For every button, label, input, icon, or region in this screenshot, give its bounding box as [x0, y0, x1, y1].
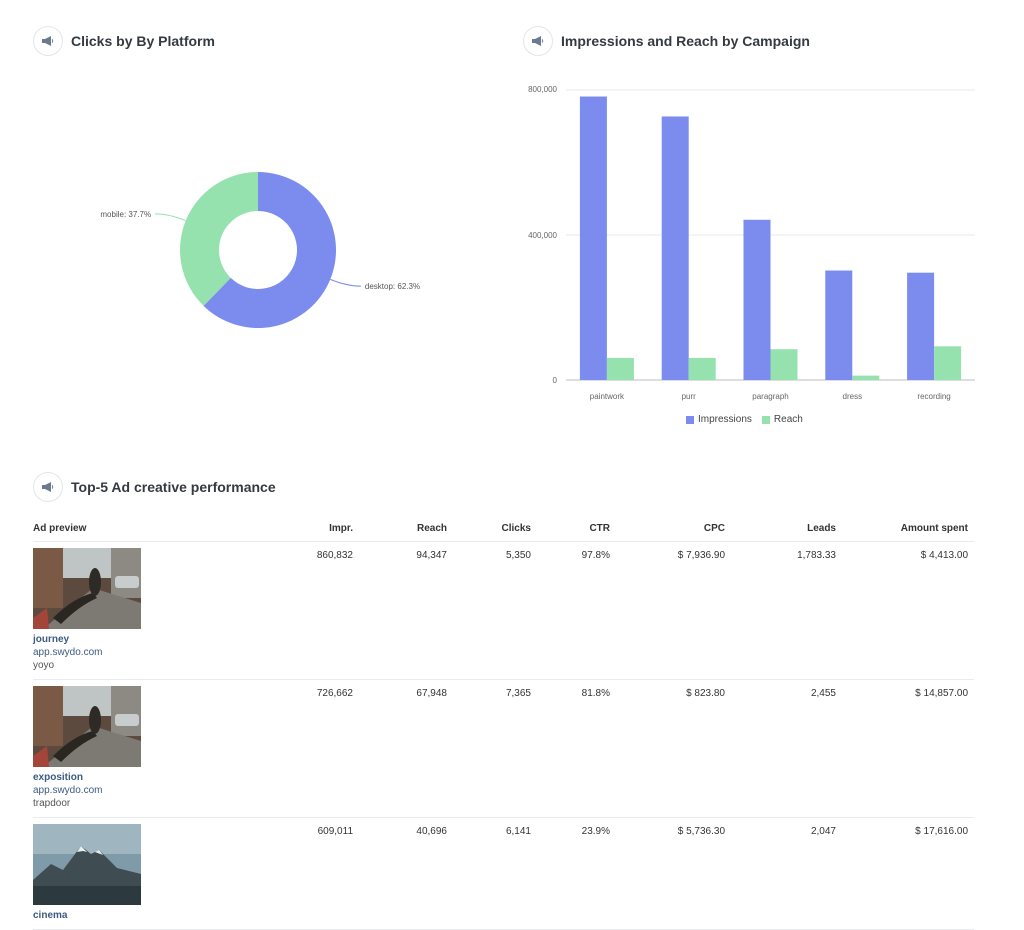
platform-chart-title: Clicks by By Platform — [71, 33, 215, 49]
col-ad-preview: Ad preview — [33, 518, 269, 542]
campaign-bar-chart: 0 400,000 800,000 paintwork purr paragraph dre… — [528, 85, 975, 401]
donut-slice-mobile[interactable] — [180, 172, 258, 306]
donut-leader-desktop — [330, 278, 361, 287]
legend-item-impressions[interactable]: Impressions — [686, 414, 752, 425]
cell-ctr: 23.9% — [537, 817, 616, 930]
x-tick-label: recording — [917, 392, 950, 401]
y-tick-label: 0 — [553, 376, 558, 385]
cell-cpc: $ 5,736.30 — [616, 817, 731, 930]
cell-clicks: 5,350 — [453, 541, 537, 680]
cell-impr: 609,011 — [269, 817, 359, 930]
col-ctr: CTR — [537, 518, 616, 542]
campaign-chart-header: Impressions and Reach by Campaign — [523, 26, 810, 56]
cell-reach: 94,347 — [359, 541, 453, 680]
bar-impressions-recording[interactable] — [907, 272, 935, 380]
bar-impressions-dress[interactable] — [825, 270, 853, 380]
cell-clicks: 6,141 — [453, 817, 537, 930]
ads-table-header: Top-5 Ad creative performance — [33, 472, 276, 502]
col-cpc: CPC — [616, 518, 731, 542]
x-tick-label: dress — [843, 392, 863, 401]
cell-clicks: 7,365 — [453, 679, 537, 818]
col-leads: Leads — [731, 518, 842, 542]
bar-impressions-purr[interactable] — [661, 116, 689, 381]
table-header-row: Ad preview Impr. Reach Clicks CTR CPC Le… — [33, 518, 974, 542]
cell-amount-spent: $ 4,413.00 — [842, 541, 974, 680]
campaign-chart-title: Impressions and Reach by Campaign — [561, 33, 810, 49]
table-row: exposition app.swydo.com trapdoor 726,662 67… — [33, 679, 974, 818]
donut-label-mobile: mobile: 37.7% — [100, 210, 151, 219]
x-tick-label: paragraph — [752, 392, 788, 401]
cell-reach: 67,948 — [359, 679, 453, 818]
ad-title-link[interactable]: journey — [33, 633, 263, 646]
cell-leads: 1,783.33 — [731, 541, 842, 680]
ad-preview-cell: journey app.swydo.com yoyo — [33, 541, 269, 680]
cell-leads: 2,455 — [731, 679, 842, 818]
legend-label-impressions: Impressions — [698, 414, 752, 425]
bar-reach-paragraph[interactable] — [770, 349, 798, 380]
table-row: cinema 609,011 40,696 6,141 23.9% $ 5,736.30 2… — [33, 817, 974, 930]
ad-preview-cell: exposition app.swydo.com trapdoor — [33, 679, 269, 818]
ad-title-link[interactable]: exposition — [33, 771, 263, 784]
col-reach: Reach — [359, 518, 453, 542]
ads-table-title: Top-5 Ad creative performance — [71, 479, 276, 495]
y-tick-label: 800,000 — [528, 85, 557, 94]
donut-leader-mobile — [155, 213, 186, 222]
bar-reach-recording[interactable] — [934, 346, 962, 380]
megaphone-icon — [523, 26, 553, 56]
bar-chart-legend: Impressions Reach — [686, 414, 813, 425]
table-row: journey app.swydo.com yoyo 860,832 94,347 5,3… — [33, 541, 974, 680]
cell-cpc: $ 7,936.90 — [616, 541, 731, 680]
y-tick-label: 400,000 — [528, 231, 557, 240]
ad-performance-table: Ad preview Impr. Reach Clicks CTR CPC Le… — [33, 518, 974, 930]
cell-reach: 40,696 — [359, 817, 453, 930]
ad-title-link[interactable]: cinema — [33, 909, 263, 922]
ad-subtitle: yoyo — [33, 660, 55, 671]
cell-impr: 726,662 — [269, 679, 359, 818]
x-tick-label: paintwork — [590, 392, 625, 401]
col-clicks: Clicks — [453, 518, 537, 542]
megaphone-icon — [33, 26, 63, 56]
ad-subtitle: trapdoor — [33, 798, 71, 809]
cell-amount-spent: $ 14,857.00 — [842, 679, 974, 818]
bar-reach-dress[interactable] — [852, 375, 880, 380]
x-tick-label: purr — [682, 392, 697, 401]
bar-impressions-paintwork[interactable] — [579, 96, 607, 381]
ad-preview-cell: cinema — [33, 817, 269, 930]
cell-cpc: $ 823.80 — [616, 679, 731, 818]
platform-donut-chart: desktop: 62.3% mobile: 37.7% — [100, 172, 420, 328]
bar-reach-paintwork[interactable] — [606, 357, 634, 380]
bar-reach-purr[interactable] — [688, 357, 716, 380]
legend-swatch-reach — [761, 415, 770, 424]
bar-impressions-paragraph[interactable] — [743, 219, 771, 380]
donut-label-desktop: desktop: 62.3% — [365, 282, 420, 291]
cell-ctr: 97.8% — [537, 541, 616, 680]
col-amount-spent: Amount spent — [842, 518, 974, 542]
cell-ctr: 81.8% — [537, 679, 616, 818]
platform-chart-header: Clicks by By Platform — [33, 26, 215, 56]
col-impressions: Impr. — [269, 518, 359, 542]
ad-domain: app.swydo.com — [33, 785, 103, 796]
cell-impr: 860,832 — [269, 541, 359, 680]
ad-thumbnail-image[interactable] — [33, 824, 141, 905]
cell-amount-spent: $ 17,616.00 — [842, 817, 974, 930]
ad-thumbnail-image[interactable] — [33, 548, 141, 629]
legend-swatch-impressions — [686, 415, 694, 424]
ad-thumbnail-image[interactable] — [33, 686, 141, 767]
legend-label-reach: Reach — [773, 414, 803, 425]
megaphone-icon — [33, 472, 63, 502]
cell-leads: 2,047 — [731, 817, 842, 930]
ad-domain: app.swydo.com — [33, 647, 103, 658]
legend-item-reach[interactable]: Reach — [761, 414, 803, 425]
